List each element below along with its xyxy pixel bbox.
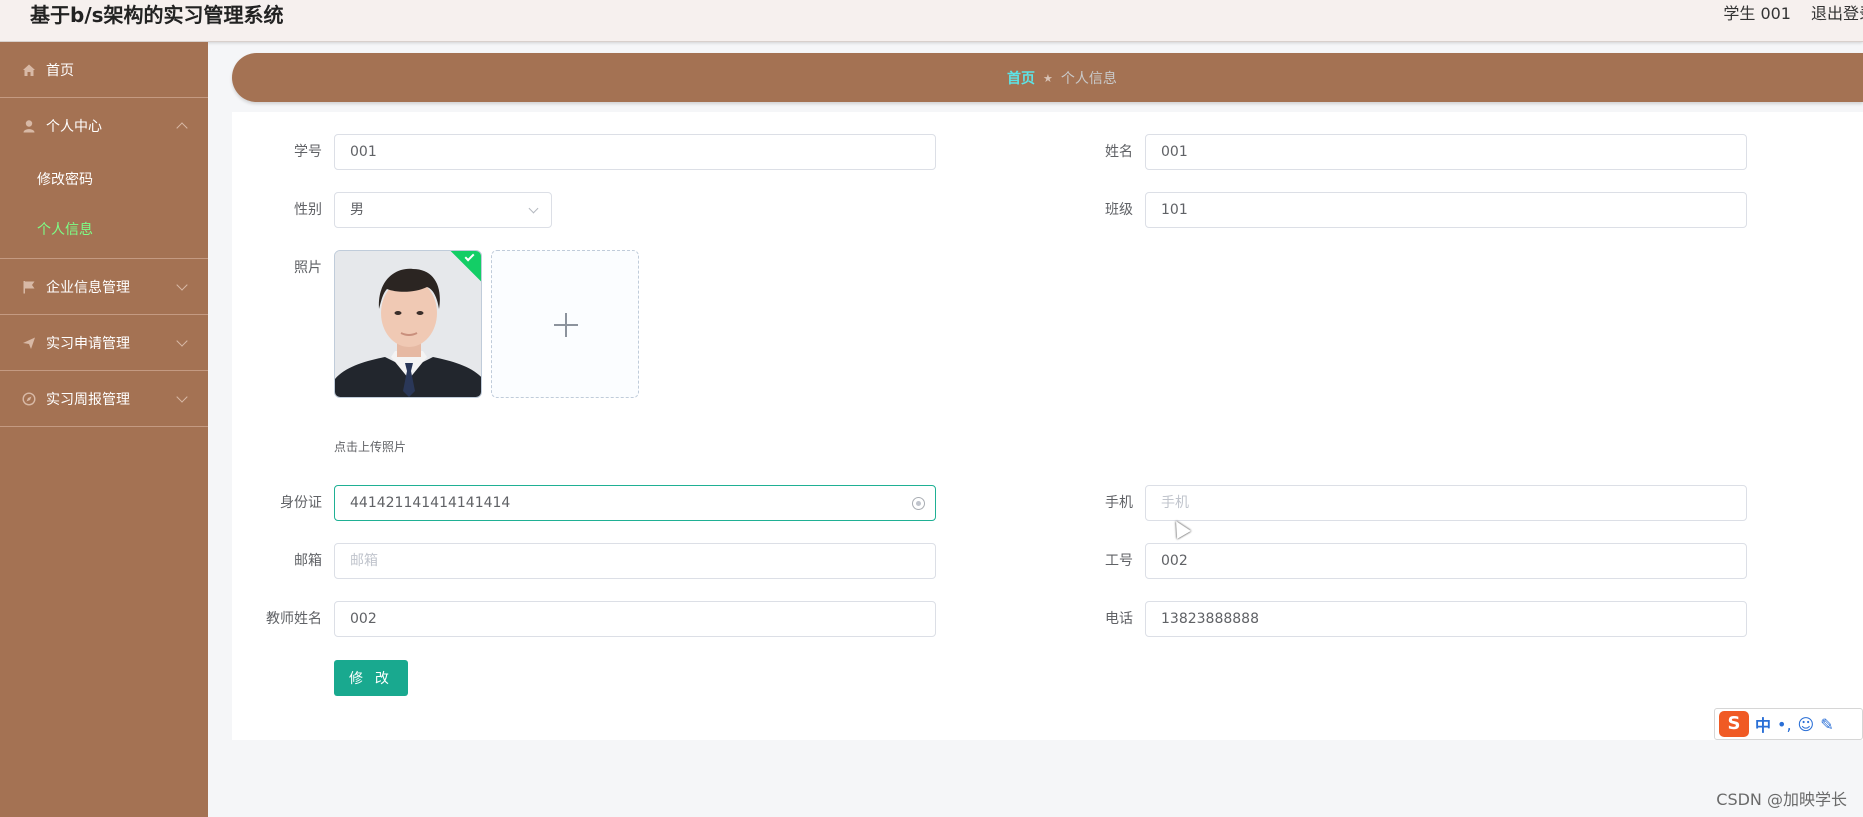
chevron-down-icon [176, 279, 188, 291]
gender-label: 性别 [294, 202, 322, 218]
photo-upload-tip: 点击上传照片 [334, 440, 407, 454]
ime-logo-icon[interactable]: S [1719, 711, 1749, 737]
ime-toolbar: S 中 •, ☺ ✎ [1714, 708, 1863, 740]
phone-label: 电话 [1105, 611, 1133, 627]
ime-punctuation-icon[interactable]: •, [1777, 715, 1792, 734]
id-card-input[interactable]: 441421141414141414 [334, 485, 936, 521]
sidebar-item-label: 个人中心 [46, 119, 102, 135]
teacher-name-label: 教师姓名 [266, 611, 322, 627]
app-title: 基于b/s架构的实习管理系统 [30, 3, 284, 27]
sidebar: 首页 个人中心 修改密码 个人信息 企业信息管理 实习申请管理 实习周报管理 [0, 42, 208, 817]
sidebar-item-label: 实习申请管理 [46, 335, 130, 352]
sidebar-item-company-info[interactable]: 企业信息管理 [0, 259, 208, 315]
flag-icon [23, 280, 35, 293]
id-card-value: 441421141414141414 [350, 495, 511, 511]
student-id-input[interactable]: 001 [334, 134, 936, 170]
mobile-label: 手机 [1105, 495, 1133, 511]
sidebar-item-label: 企业信息管理 [46, 279, 130, 296]
sidebar-item-home[interactable]: 首页 [0, 42, 208, 98]
breadcrumb-home-link[interactable]: 首页 [1007, 68, 1035, 88]
logout-link[interactable]: 退出登录 [1811, 3, 1863, 25]
id-card-label: 身份证 [280, 495, 322, 511]
sidebar-item-label: 实习周报管理 [46, 391, 130, 408]
portrait-photo [335, 251, 481, 397]
sidebar-item-weekly-report[interactable]: 实习周报管理 [0, 371, 208, 427]
staff-no-label: 工号 [1105, 553, 1133, 569]
chevron-down-icon [528, 203, 539, 214]
phone-input[interactable]: 13823888888 [1145, 601, 1747, 637]
send-icon [23, 337, 35, 349]
gender-select-value: 男 [350, 202, 364, 218]
photo-label: 照片 [294, 260, 322, 276]
email-input[interactable]: 邮箱 [334, 543, 936, 579]
home-icon [23, 64, 35, 76]
class-input[interactable]: 101 [1145, 192, 1747, 228]
breadcrumb: 首页 ★ 个人信息 [1007, 68, 1117, 88]
sidebar-item-internship-application[interactable]: 实习申请管理 [0, 315, 208, 371]
breadcrumb-current: 个人信息 [1060, 71, 1117, 87]
ime-mode-toggle[interactable]: 中 [1755, 712, 1771, 736]
sidebar-subitem-change-password[interactable]: 修改密码 [0, 154, 208, 204]
uploaded-photo[interactable] [334, 250, 482, 398]
student-id-label: 学号 [294, 144, 322, 160]
breadcrumb-bar: 首页 ★ 个人信息 [232, 53, 1863, 102]
sidebar-item-personal-center[interactable]: 个人中心 [0, 98, 208, 154]
compass-icon [22, 391, 36, 406]
chevron-down-icon [176, 335, 188, 347]
sidebar-item-label: 首页 [46, 62, 74, 79]
name-input[interactable]: 001 [1145, 134, 1747, 170]
breadcrumb-separator: ★ [1043, 71, 1053, 85]
emoji-icon[interactable]: ☺ [1798, 715, 1815, 734]
teacher-name-input[interactable]: 002 [334, 601, 936, 637]
submit-button[interactable]: 修 改 [334, 660, 408, 696]
mobile-input[interactable]: 手机 [1145, 485, 1747, 521]
current-user: 学生 001 [1723, 4, 1791, 23]
sidebar-subitem-personal-info[interactable]: 个人信息 [0, 204, 208, 254]
watermark: CSDN @加映学长 [1716, 790, 1847, 809]
photo-upload-button[interactable] [491, 250, 639, 398]
email-label: 邮箱 [294, 553, 322, 569]
chevron-up-icon [176, 122, 188, 134]
name-label: 姓名 [1105, 144, 1133, 160]
clear-icon[interactable] [912, 497, 925, 510]
sidebar-group-personal: 个人中心 修改密码 个人信息 [0, 98, 208, 259]
user-icon [23, 120, 35, 133]
pen-icon[interactable]: ✎ [1820, 715, 1833, 734]
class-label: 班级 [1105, 202, 1133, 218]
top-header: 基于b/s架构的实习管理系统 学生 001 退出登录 [0, 0, 1863, 42]
staff-no-input[interactable]: 002 [1145, 543, 1747, 579]
chevron-down-icon [176, 391, 188, 403]
gender-select[interactable]: 男 [334, 192, 552, 228]
